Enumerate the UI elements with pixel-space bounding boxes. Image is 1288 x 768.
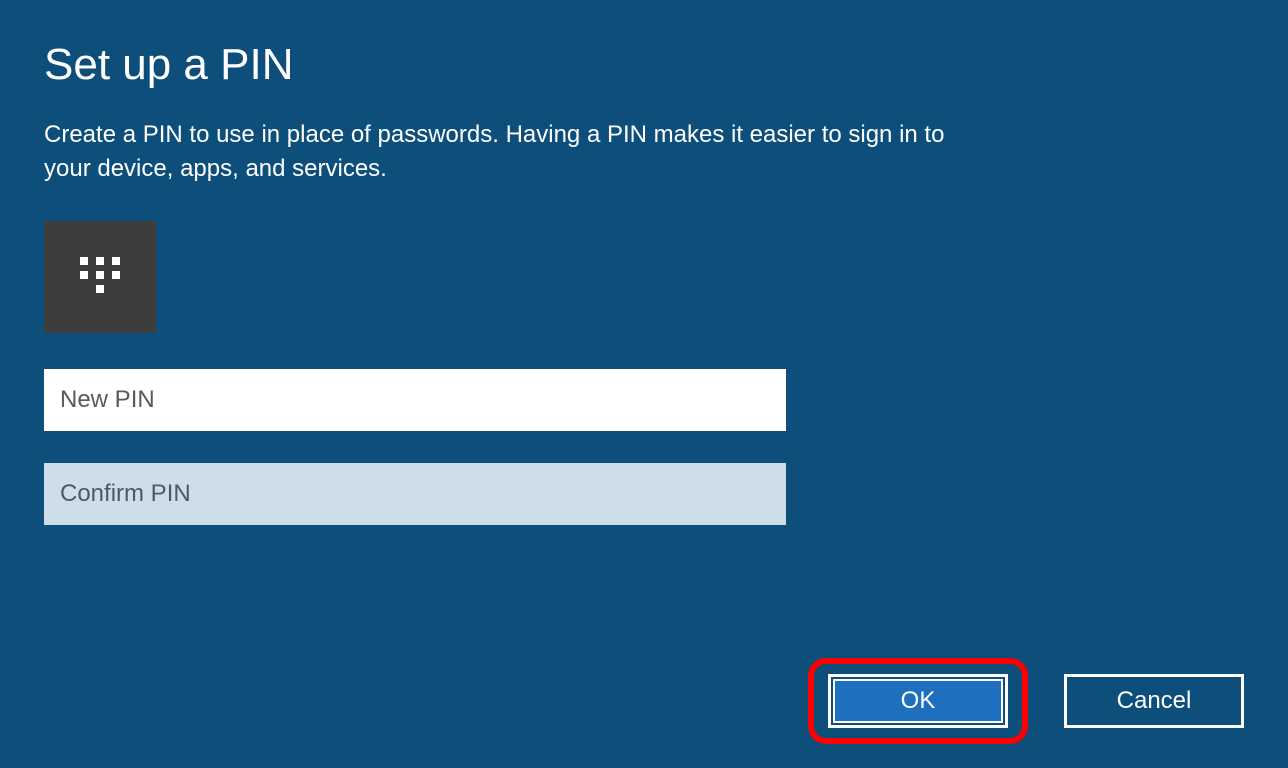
page-title: Set up a PIN: [44, 40, 1244, 90]
cancel-button[interactable]: Cancel: [1064, 674, 1244, 728]
ok-button[interactable]: OK: [828, 674, 1008, 728]
confirm-pin-input[interactable]: [44, 463, 786, 525]
page-description: Create a PIN to use in place of password…: [44, 118, 994, 185]
ok-button-highlight: OK: [808, 658, 1028, 744]
new-pin-input[interactable]: [44, 369, 786, 431]
keypad-icon: [44, 221, 156, 333]
button-bar: OK Cancel: [808, 658, 1244, 744]
